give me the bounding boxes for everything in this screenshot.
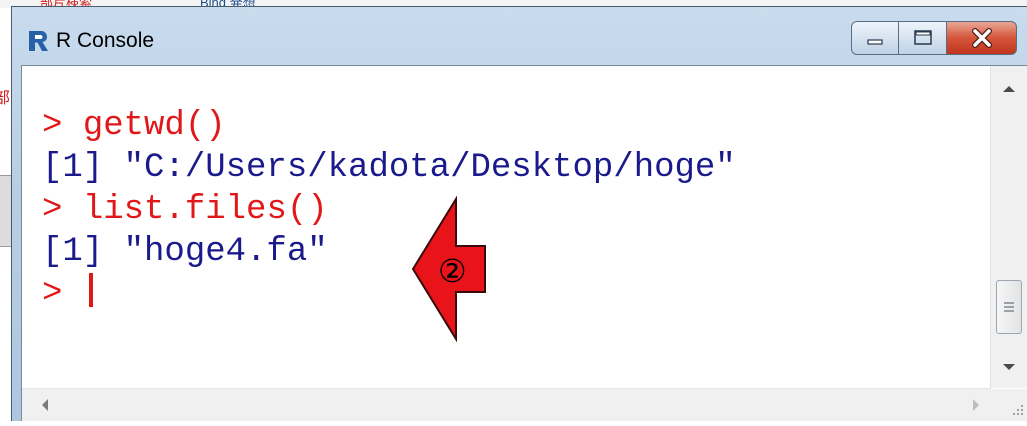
close-icon xyxy=(971,28,992,48)
close-button[interactable] xyxy=(947,21,1017,55)
minimize-icon xyxy=(867,39,883,45)
caption-buttons xyxy=(851,21,1017,55)
horizontal-scrollbar[interactable] xyxy=(22,388,991,421)
maximize-button[interactable] xyxy=(899,21,947,55)
annotation-label: ② xyxy=(438,252,467,290)
window-title: R Console xyxy=(56,29,155,52)
console-input-line[interactable]: > xyxy=(42,273,983,315)
console-line: > list.files() xyxy=(42,189,983,231)
console-line: [1] "C:/Users/kadota/Desktop/hoge" xyxy=(42,149,736,187)
vertical-scrollbar[interactable] xyxy=(990,66,1027,388)
vertical-scroll-thumb[interactable] xyxy=(996,280,1022,334)
scroll-left-icon[interactable] xyxy=(42,399,48,411)
r-console-window: R Console > getwd() [1] "C:/Users/kadota… xyxy=(11,6,1027,421)
maximize-icon xyxy=(913,30,932,45)
resize-grip-icon xyxy=(1013,405,1023,415)
title-bar[interactable]: R Console xyxy=(12,7,1027,65)
resize-grip[interactable] xyxy=(991,389,1027,421)
scroll-down-icon[interactable] xyxy=(1003,364,1015,370)
scroll-right-icon[interactable] xyxy=(973,399,979,411)
r-logo-icon xyxy=(29,31,48,51)
console-command: list.files() xyxy=(82,191,328,229)
console-line: > getwd() xyxy=(42,105,983,147)
console-line: [1] "hoge4.fa" xyxy=(42,233,328,271)
background-side-mark: 部 xyxy=(0,90,11,107)
scroll-up-icon[interactable] xyxy=(1003,86,1015,92)
console-client-area: > getwd() [1] "C:/Users/kadota/Desktop/h… xyxy=(21,65,1027,421)
console-prompt: > xyxy=(42,275,83,313)
console-output[interactable]: > getwd() [1] "C:/Users/kadota/Desktop/h… xyxy=(22,66,983,388)
minimize-button[interactable] xyxy=(851,21,899,55)
grip-icon xyxy=(1004,302,1014,312)
console-command: getwd() xyxy=(82,107,226,145)
console-prompt: > xyxy=(42,191,83,229)
text-cursor xyxy=(88,273,93,307)
console-prompt: > xyxy=(42,107,83,145)
